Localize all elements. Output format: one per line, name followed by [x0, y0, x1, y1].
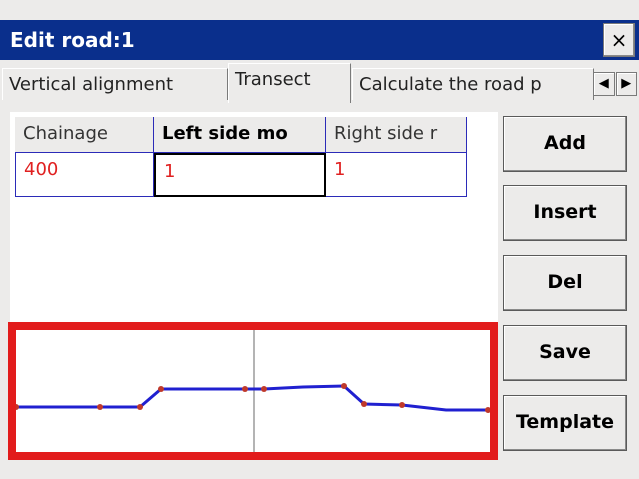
template-button[interactable]: Template — [503, 395, 627, 451]
add-button[interactable]: Add — [503, 116, 627, 172]
vertex-point[interactable] — [361, 401, 367, 407]
tab-transect[interactable]: Transect — [228, 63, 351, 103]
tab-label: Transect — [235, 69, 311, 90]
window-title: Edit road:1 — [10, 28, 135, 52]
cross-section-preview — [8, 322, 498, 460]
column-header-left-side[interactable]: Left side mo — [154, 117, 326, 153]
tab-label: Vertical alignment — [9, 74, 174, 95]
vertex-point[interactable] — [341, 383, 347, 389]
del-button[interactable]: Del — [503, 255, 627, 311]
tab-label: Calculate the road p — [359, 74, 542, 95]
cross-section-profile — [16, 330, 490, 452]
chevron-left-icon[interactable]: ◀ — [593, 72, 615, 96]
vertex-point[interactable] — [158, 386, 164, 392]
save-button[interactable]: Save — [503, 325, 627, 381]
vertex-point[interactable] — [97, 404, 103, 410]
grid-cell-right-side[interactable]: 1 — [326, 153, 467, 197]
close-button[interactable]: × — [603, 23, 635, 57]
vertex-point[interactable] — [485, 407, 490, 413]
profile-line — [16, 384, 488, 412]
insert-button[interactable]: Insert — [503, 185, 627, 241]
column-header-right-side[interactable]: Right side r — [326, 117, 467, 153]
title-bar: Edit road:1 × — [0, 20, 639, 60]
close-icon: × — [610, 28, 628, 52]
vertex-point[interactable] — [137, 404, 143, 410]
tab-vertical-alignment[interactable]: Vertical alignment — [2, 68, 228, 100]
grid-cell-chainage[interactable]: 400 — [15, 153, 154, 197]
column-header-chainage[interactable]: Chainage — [15, 117, 154, 153]
tab-calculate-road[interactable]: Calculate the road p — [352, 68, 594, 100]
edit-road-dialog: Edit road:1 × Vertical alignment Transec… — [0, 0, 639, 479]
vertex-point[interactable] — [261, 386, 267, 392]
grid-cell-left-side[interactable]: 1 — [154, 153, 326, 197]
vertex-point[interactable] — [242, 386, 248, 392]
tab-scroll-arrows: ◀ ▶ — [593, 72, 637, 96]
tab-bar: Vertical alignment Transect Calculate th… — [0, 60, 639, 103]
vertex-point[interactable] — [16, 404, 19, 410]
transect-grid-area: Chainage Left side mo Right side r 400 1… — [10, 112, 498, 322]
chevron-right-icon[interactable]: ▶ — [615, 72, 637, 96]
vertex-point[interactable] — [399, 402, 405, 408]
